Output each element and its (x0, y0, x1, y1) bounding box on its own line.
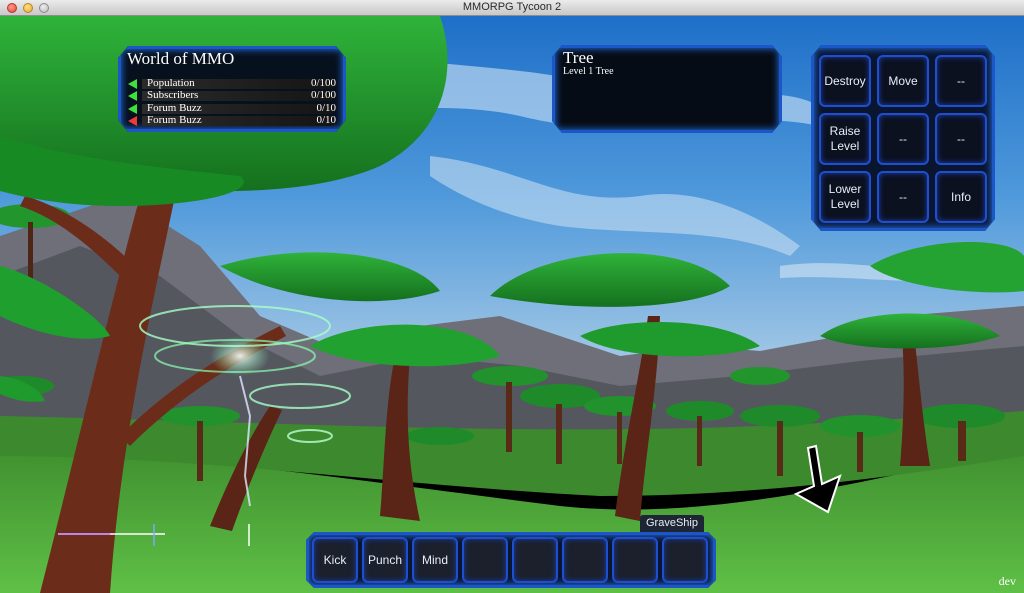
info-button[interactable]: Info (935, 171, 987, 223)
window-title: MMORPG Tycoon 2 (462, 1, 562, 13)
hotbar-slot-mind[interactable]: Mind (412, 537, 458, 583)
game-window: MMORPG Tycoon 2 World of MMO Population … (0, 0, 1024, 593)
stat-label: Population (147, 77, 195, 89)
empty-action-button[interactable]: -- (877, 171, 929, 223)
stat-row-forum-buzz-2: Forum Buzz 0/10 (128, 114, 338, 126)
stat-label: Forum Buzz (147, 114, 202, 126)
stat-value: 0/10 (316, 114, 336, 126)
raise-level-button[interactable]: Raise Level (819, 113, 871, 165)
ability-hotbar: Kick Punch Mind (306, 532, 716, 588)
stat-row-forum-buzz: Forum Buzz 0/10 (128, 102, 338, 114)
stat-row-subscribers: Subscribers 0/100 (128, 89, 338, 101)
trend-up-icon (128, 91, 137, 101)
hotbar-slot-empty[interactable] (562, 537, 608, 583)
dev-mode-label: dev (998, 574, 1016, 588)
hotbar-slot-punch[interactable]: Punch (362, 537, 408, 583)
trend-up-icon (128, 104, 137, 114)
trend-down-icon (128, 116, 137, 126)
hotbar-slot-empty[interactable] (662, 537, 708, 583)
stat-value: 0/100 (310, 77, 336, 89)
empty-action-button[interactable]: -- (877, 113, 929, 165)
selection-info-panel: Tree Level 1 Tree (552, 45, 782, 133)
lower-level-button[interactable]: Lower Level (819, 171, 871, 223)
stat-value: 0/10 (316, 102, 336, 114)
selection-title: Tree (563, 48, 594, 67)
empty-action-button[interactable]: -- (935, 55, 987, 107)
destroy-button[interactable]: Destroy (819, 55, 871, 107)
hotbar-slot-empty[interactable] (462, 537, 508, 583)
empty-action-button[interactable]: -- (935, 113, 987, 165)
stat-label: Forum Buzz (147, 102, 202, 114)
stat-value: 0/100 (310, 89, 336, 101)
selection-subtitle: Level 1 Tree (563, 66, 614, 77)
action-panel: Destroy Move -- Raise Level -- -- Lower … (811, 45, 995, 231)
move-button[interactable]: Move (877, 55, 929, 107)
world-title: World of MMO (127, 49, 235, 68)
world-stats-panel: World of MMO Population 0/100 Subscriber… (118, 46, 346, 132)
hotbar-slot-empty[interactable] (612, 537, 658, 583)
hotbar-slot-kick[interactable]: Kick (312, 537, 358, 583)
trend-up-icon (128, 79, 137, 89)
stat-label: Subscribers (147, 89, 199, 101)
hotbar-slot-empty[interactable] (512, 537, 558, 583)
stat-row-population: Population 0/100 (128, 77, 338, 89)
player-name-tag: GraveShip (640, 515, 704, 532)
title-bar: MMORPG Tycoon 2 (0, 0, 1024, 16)
